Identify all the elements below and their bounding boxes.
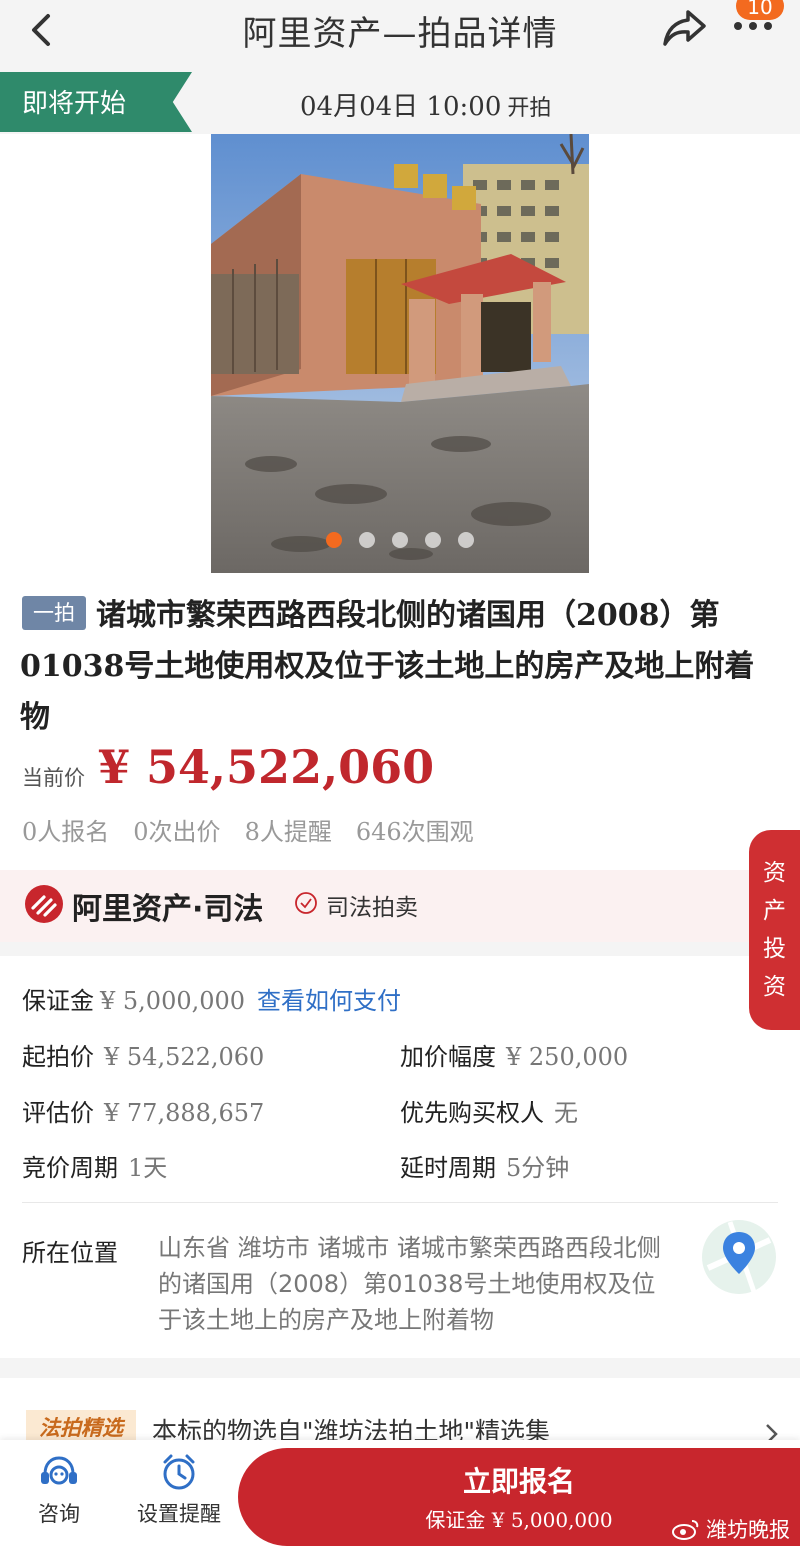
item-photo[interactable] <box>211 134 589 573</box>
item-stats: 0人报名 0次出价 8人提醒 646次围观 <box>22 812 474 847</box>
gallery-dot[interactable] <box>458 532 474 548</box>
check-circle-icon <box>295 892 317 914</box>
price-label: 当前价 <box>22 766 85 790</box>
start-price-row: 起拍价 ¥ 54,522,060 <box>22 1037 264 1072</box>
delay-label: 延时周期 <box>400 1154 496 1182</box>
item-title: 诸城市繁荣西路西段北侧的诸国用（2008）第01038号土地使用权及位于该土地上… <box>20 598 755 735</box>
location-label: 所在位置 <box>22 1239 118 1267</box>
side-tab-char: 投 <box>763 936 786 962</box>
cycle-label: 竞价周期 <box>22 1154 118 1182</box>
section-gap <box>0 942 800 956</box>
reminder-count: 8人提醒 <box>244 818 332 846</box>
deposit-row: 保证金 ¥ 5,000,000 查看如何支付 <box>22 981 401 1016</box>
priority-value: 无 <box>554 1099 578 1127</box>
building-photo <box>211 134 589 573</box>
divider <box>22 1202 778 1203</box>
signup-count: 0人报名 <box>22 818 110 846</box>
deposit-label: 保证金 <box>22 987 94 1015</box>
ali-assets-logo-icon <box>25 885 63 923</box>
start-price-value: ¥ 54,522,060 <box>104 1043 265 1071</box>
brand-name: 阿里资产·司法 <box>72 892 264 927</box>
round-tag: 一拍 <box>22 596 86 630</box>
watermark-text: 潍坊晚报 <box>706 1518 790 1542</box>
delay-value: 5分钟 <box>506 1154 570 1182</box>
bid-count: 0次出价 <box>133 818 221 846</box>
consult-button[interactable]: 咨询 <box>4 1452 114 1528</box>
cycle-row: 竞价周期 1天 <box>22 1148 167 1183</box>
side-tab-char: 产 <box>763 898 786 924</box>
map-pin-icon[interactable] <box>700 1218 778 1296</box>
deposit-value: ¥ 5,000,000 <box>100 987 246 1015</box>
appraisal-row: 评估价 ¥ 77,888,657 <box>22 1093 264 1128</box>
status-badge: 即将开始 <box>0 72 192 132</box>
increment-label: 加价幅度 <box>400 1043 496 1071</box>
notification-badge: 10 <box>736 0 784 20</box>
register-now-label: 立即报名 <box>462 1465 575 1498</box>
set-reminder-button[interactable]: 设置提醒 <box>124 1452 234 1528</box>
gallery-dot[interactable] <box>392 532 408 548</box>
asset-investment-tab[interactable]: 资 产 投 资 <box>749 830 800 1030</box>
location-value: 山东省 潍坊市 诸城市 诸城市繁荣西路西段北侧的诸国用（2008）第01038号… <box>158 1234 661 1334</box>
start-price-label: 起拍价 <box>22 1043 94 1071</box>
status-tag-label: 即将开始 <box>22 89 127 119</box>
gallery-dot[interactable] <box>326 532 342 548</box>
increment-row: 加价幅度 ¥ 250,000 <box>400 1037 628 1072</box>
gallery-dots <box>211 532 589 552</box>
alarm-clock-icon <box>163 1454 195 1490</box>
side-tab-char: 资 <box>763 860 786 886</box>
weibo-icon <box>672 1520 699 1540</box>
section-gap <box>0 1358 800 1378</box>
delay-row: 延时周期 5分钟 <box>400 1148 569 1183</box>
current-price: ¥ 54,522,060 <box>98 740 435 794</box>
share-icon[interactable] <box>660 6 710 50</box>
appraisal-label: 评估价 <box>22 1099 94 1127</box>
priority-label: 优先购买权人 <box>400 1099 544 1127</box>
how-to-pay-link[interactable]: 查看如何支付 <box>257 987 401 1015</box>
judicial-auction-label: 司法拍卖 <box>326 895 418 921</box>
watermark: 潍坊晚报 <box>672 1514 790 1544</box>
priority-row: 优先购买权人无 <box>400 1093 578 1128</box>
set-reminder-label: 设置提醒 <box>137 1502 221 1526</box>
side-tab-char: 资 <box>763 974 786 1000</box>
start-time-value: 04月04日 10:00 <box>300 92 502 122</box>
start-time-suffix: 开拍 <box>507 96 552 121</box>
view-count: 646次围观 <box>355 818 474 846</box>
headset-icon <box>41 1456 77 1485</box>
gallery-dot[interactable] <box>359 532 375 548</box>
consult-label: 咨询 <box>38 1502 80 1526</box>
increment-value: ¥ 250,000 <box>506 1043 629 1071</box>
start-time: 04月04日 10:00 开拍 <box>300 86 551 123</box>
gallery-dot[interactable] <box>425 532 441 548</box>
cycle-value: 1天 <box>128 1154 168 1182</box>
appraisal-value: ¥ 77,888,657 <box>104 1099 265 1127</box>
